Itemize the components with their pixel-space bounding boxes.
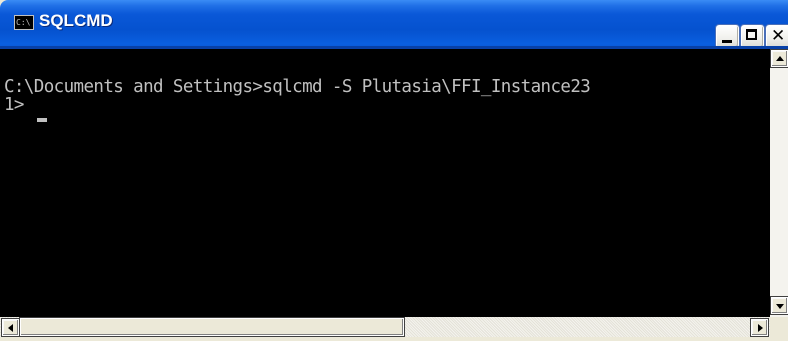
size-grip[interactable] bbox=[770, 317, 788, 341]
vertical-scroll-track[interactable] bbox=[771, 71, 788, 295]
scroll-down-arrow-icon bbox=[776, 304, 784, 309]
scroll-up-button[interactable] bbox=[771, 50, 788, 67]
vertical-scrollbar[interactable] bbox=[770, 49, 788, 317]
scroll-right-button[interactable] bbox=[751, 319, 768, 336]
scroll-left-arrow-icon bbox=[8, 324, 13, 332]
title-bar[interactable]: C:\ SQLCMD ✕ bbox=[0, 0, 788, 48]
maximize-button[interactable] bbox=[741, 25, 764, 48]
window-title: SQLCMD bbox=[39, 11, 113, 30]
text-cursor bbox=[37, 118, 47, 122]
scroll-right-arrow-icon bbox=[758, 324, 763, 332]
console-prompt-line: 1> bbox=[4, 95, 34, 115]
scroll-up-arrow-icon bbox=[776, 56, 784, 61]
scroll-down-button[interactable] bbox=[771, 297, 788, 314]
window-bottom-edge bbox=[0, 337, 770, 341]
minimize-button[interactable] bbox=[716, 25, 739, 48]
horizontal-scrollbar[interactable] bbox=[0, 317, 770, 337]
maximize-icon bbox=[746, 29, 757, 40]
console-window: C:\ SQLCMD ✕ C:\Documents and Settings>s… bbox=[0, 0, 788, 341]
console-icon[interactable]: C:\ bbox=[14, 15, 34, 30]
horizontal-scroll-thumb[interactable] bbox=[20, 318, 404, 336]
minimize-icon bbox=[722, 40, 732, 43]
console-icon-text: C:\ bbox=[16, 18, 31, 27]
scroll-left-button[interactable] bbox=[2, 319, 19, 336]
console-command-line: C:\Documents and Settings>sqlcmd -S Plut… bbox=[4, 77, 591, 97]
close-button[interactable]: ✕ bbox=[766, 25, 788, 48]
console-output[interactable]: C:\Documents and Settings>sqlcmd -S Plut… bbox=[0, 49, 770, 317]
close-icon: ✕ bbox=[771, 26, 786, 46]
